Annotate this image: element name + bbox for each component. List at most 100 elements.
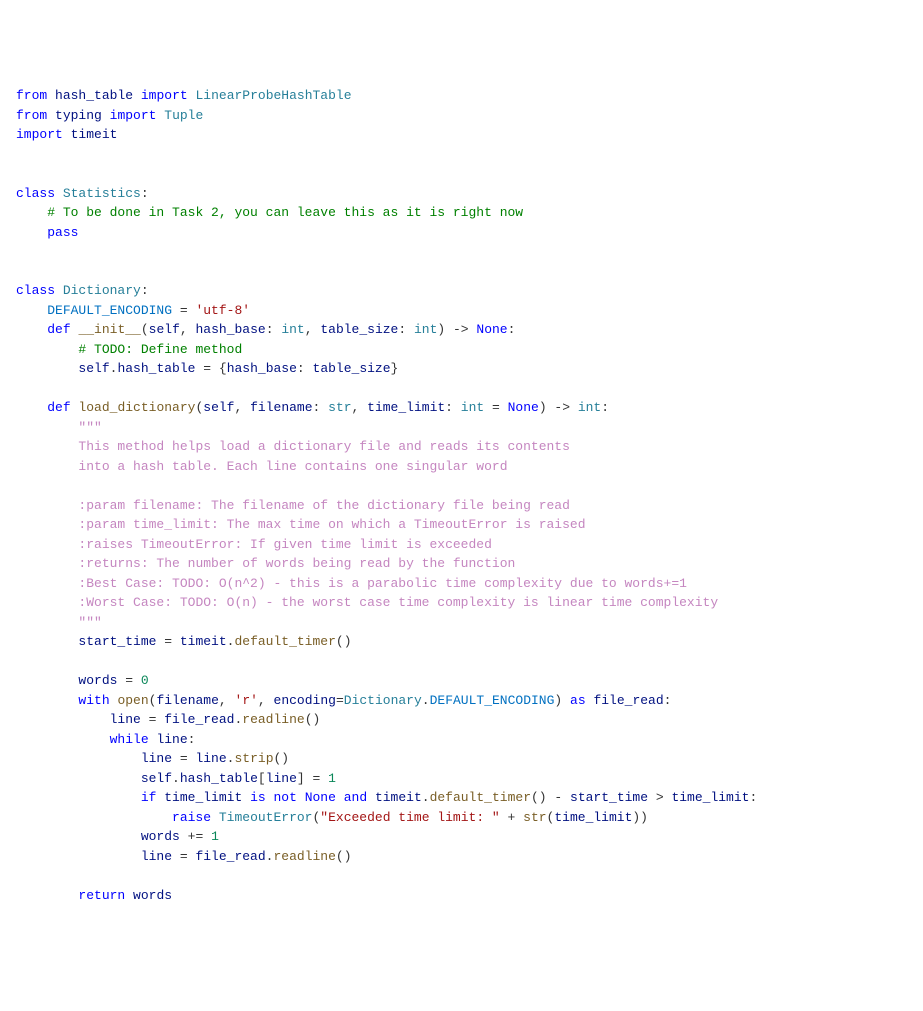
string-literal: 'utf-8' <box>195 303 250 318</box>
code-line: pass <box>16 223 907 243</box>
return-type: int <box>578 400 601 415</box>
operator: = <box>484 400 507 415</box>
none-literal: None <box>508 400 539 415</box>
code-line: # TODO: Define method <box>16 340 907 360</box>
space <box>242 790 250 805</box>
string-literal: 'r' <box>235 693 258 708</box>
constant: DEFAULT_ENCODING <box>47 303 172 318</box>
keyword-raise: raise <box>172 810 211 825</box>
code-line: start_time = timeit.default_timer() <box>16 632 907 652</box>
code-line: :Worst Case: TODO: O(n) - the worst case… <box>16 593 907 613</box>
attribute: hash_table <box>180 771 258 786</box>
docstring: """ <box>78 615 101 630</box>
function-call: default_timer <box>234 634 335 649</box>
comment: # TODO: Define method <box>78 342 242 357</box>
keyword-def: def <box>47 322 70 337</box>
keyword-import: import <box>141 88 188 103</box>
module-name: timeit <box>71 127 118 142</box>
code-line: line = file_read.readline() <box>16 847 907 867</box>
operator: = <box>141 712 164 727</box>
space <box>297 790 305 805</box>
class-name: LinearProbeHashTable <box>195 88 351 103</box>
method-call: strip <box>234 751 273 766</box>
code-line: def __init__(self, hash_base: int, table… <box>16 320 907 340</box>
code-line: # To be done in Task 2, you can leave th… <box>16 203 907 223</box>
punctuation: : <box>313 400 329 415</box>
code-line: :raises TimeoutError: If given time limi… <box>16 535 907 555</box>
module-ref: timeit <box>180 634 227 649</box>
punctuation: () <box>531 790 547 805</box>
number: 1 <box>328 771 336 786</box>
keyword-while: while <box>110 732 149 747</box>
punctuation: : <box>445 400 461 415</box>
code-block: from hash_table import LinearProbeHashTa… <box>16 86 907 905</box>
object-ref: line <box>195 751 226 766</box>
punctuation: : <box>297 361 313 376</box>
comment: # To be done in Task 2, you can leave th… <box>47 205 523 220</box>
keyword-return: return <box>78 888 125 903</box>
blank-line <box>16 164 907 184</box>
variable: words <box>78 673 117 688</box>
variable: words <box>133 888 172 903</box>
type-hint: int <box>414 322 437 337</box>
punctuation: . <box>266 849 274 864</box>
code-line: if time_limit is not None and timeit.def… <box>16 788 907 808</box>
code-line: raise TimeoutError("Exceeded time limit:… <box>16 808 907 828</box>
punctuation: () <box>336 634 352 649</box>
blank-line <box>16 866 907 886</box>
punctuation: : <box>508 322 516 337</box>
class-name: Tuple <box>164 108 203 123</box>
punctuation: () <box>274 751 290 766</box>
method-call: readline <box>242 712 304 727</box>
object-ref: file_read <box>195 849 265 864</box>
punctuation: ) <box>554 693 570 708</box>
operator: = <box>117 673 140 688</box>
keyword-as: as <box>570 693 586 708</box>
variable: time_limit <box>554 810 632 825</box>
operator: = { <box>195 361 226 376</box>
blank-line <box>16 652 907 672</box>
none-literal: None <box>305 790 336 805</box>
operator: + <box>500 810 523 825</box>
punctuation: : <box>188 732 196 747</box>
punctuation: () <box>305 712 321 727</box>
keyword-with: with <box>78 693 109 708</box>
space <box>211 810 219 825</box>
keyword-import: import <box>16 127 63 142</box>
self-ref: self <box>141 771 172 786</box>
number: 0 <box>141 673 149 688</box>
keyword-class: class <box>16 186 55 201</box>
variable: start_time <box>570 790 648 805</box>
type-hint: int <box>281 322 304 337</box>
code-line: :returns: The number of words being read… <box>16 554 907 574</box>
punctuation: , <box>305 322 321 337</box>
punctuation: , <box>352 400 368 415</box>
punctuation: : <box>266 322 282 337</box>
variable: table_size <box>313 361 391 376</box>
constant: DEFAULT_ENCODING <box>430 693 555 708</box>
variable: start_time <box>78 634 156 649</box>
operator: - <box>547 790 570 805</box>
punctuation: : <box>664 693 672 708</box>
code-line: return words <box>16 886 907 906</box>
punctuation: } <box>391 361 399 376</box>
module-name: hash_table <box>55 88 133 103</box>
keyword-isnot: is not <box>250 790 297 805</box>
type-hint: str <box>328 400 351 415</box>
module-name: typing <box>55 108 102 123</box>
keyword-class: class <box>16 283 55 298</box>
docstring: :Best Case: TODO: O(n^2) - this is a par… <box>78 576 687 591</box>
operator: > <box>648 790 671 805</box>
punctuation: . <box>172 771 180 786</box>
variable: filename <box>156 693 218 708</box>
param-name: hash_base <box>196 322 266 337</box>
code-line: import timeit <box>16 125 907 145</box>
blank-line <box>16 145 907 165</box>
class-ref: Dictionary <box>344 693 422 708</box>
docstring: :Worst Case: TODO: O(n) - the worst case… <box>78 595 718 610</box>
code-line: class Statistics: <box>16 184 907 204</box>
docstring: :raises TimeoutError: If given time limi… <box>78 537 491 552</box>
docstring: """ <box>78 420 101 435</box>
code-line: class Dictionary: <box>16 281 907 301</box>
space <box>125 888 133 903</box>
